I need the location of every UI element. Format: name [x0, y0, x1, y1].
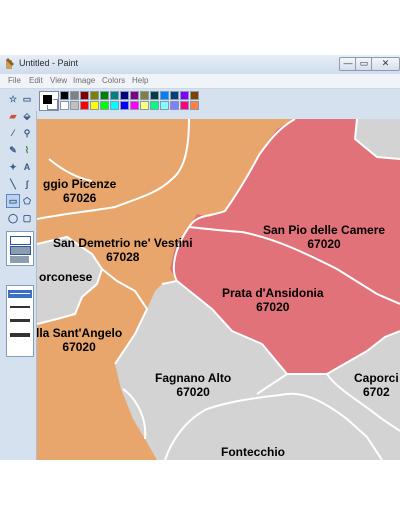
paint-app-icon — [6, 58, 14, 69]
region-label-fontecchio: Fontecchio 67020 — [221, 445, 285, 460]
polygon-icon[interactable]: ⬠ — [21, 195, 33, 207]
palette-swatch[interactable] — [130, 91, 139, 100]
fill-style-outline-fill[interactable] — [10, 246, 31, 255]
region-name: Fontecchio — [221, 445, 286, 459]
region-label-caporciano: Caporci 6702 — [354, 371, 399, 399]
palette-swatch[interactable] — [140, 101, 149, 110]
menu-image[interactable]: Image — [73, 76, 95, 85]
drawing-canvas[interactable]: ggio Picenze 67026 San Demetrio ne' Vest… — [37, 119, 400, 460]
text-icon[interactable]: A — [21, 161, 33, 173]
menu-bar: File Edit View Image Colors Help — [0, 74, 400, 89]
palette-swatch[interactable] — [190, 91, 199, 100]
palette-swatch[interactable] — [90, 91, 99, 100]
palette-swatch[interactable] — [110, 101, 119, 110]
region-code: 6702 — [362, 385, 390, 399]
region-label-poggio-picenze: ggio Picenze 67026 — [43, 177, 116, 205]
curve-icon[interactable]: ∫ — [21, 178, 33, 190]
region-name: Fagnano Alto — [155, 371, 232, 385]
region-code: 67020 — [256, 300, 290, 314]
line-width-3[interactable] — [10, 319, 30, 322]
region-name: orconese — [39, 270, 93, 284]
line-width-1[interactable] — [10, 293, 30, 294]
palette-swatch[interactable] — [180, 91, 189, 100]
postal-map — [37, 119, 400, 460]
region-name: ggio Picenze — [43, 177, 117, 191]
menu-edit[interactable]: Edit — [29, 76, 43, 85]
rectangle-icon[interactable]: ▭ — [6, 194, 20, 208]
palette-swatch[interactable] — [70, 101, 79, 110]
palette-swatch[interactable] — [60, 101, 69, 110]
fill-style-options[interactable] — [6, 231, 34, 266]
palette-swatch[interactable] — [60, 91, 69, 100]
palette-swatch[interactable] — [100, 91, 109, 100]
brush-icon[interactable]: ⌇ — [21, 144, 33, 156]
line-icon[interactable]: ╲ — [7, 178, 19, 190]
palette-swatch[interactable] — [170, 91, 179, 100]
palette-swatch[interactable] — [90, 101, 99, 110]
region-label-san-demetrio: San Demetrio ne' Vestini 67028 — [53, 236, 193, 264]
ellipse-icon[interactable]: ◯ — [7, 212, 19, 224]
region-name: Prata d'Ansidonia — [222, 286, 324, 300]
palette-swatch[interactable] — [70, 91, 79, 100]
line-width-4[interactable] — [10, 333, 30, 337]
airbrush-icon[interactable]: ✦ — [7, 161, 19, 173]
palette-swatch[interactable] — [190, 101, 199, 110]
menu-colors[interactable]: Colors — [102, 76, 125, 85]
region-name: San Demetrio ne' Vestini — [53, 236, 193, 250]
pencil-icon[interactable]: ✎ — [7, 144, 19, 156]
close-button[interactable]: ✕ — [371, 57, 400, 71]
line-width-selected[interactable] — [8, 290, 32, 298]
region-name: San Pio delle Camere — [263, 223, 386, 237]
foreground-color[interactable] — [42, 94, 53, 105]
free-select-icon[interactable]: ☆ — [7, 93, 19, 105]
palette-swatch[interactable] — [160, 91, 169, 100]
region-label-borgo-fossa: orconese — [39, 270, 92, 284]
window-title: Untitled - Paint — [19, 58, 79, 68]
palette-swatch[interactable] — [110, 91, 119, 100]
paint-window: Untitled - Paint — ▭ ✕ File Edit View Im… — [0, 55, 400, 460]
region-label-san-pio: San Pio delle Camere 67020 — [263, 223, 385, 251]
rounded-rect-icon[interactable]: ▢ — [21, 212, 33, 224]
menu-file[interactable]: File — [8, 76, 21, 85]
fill-icon[interactable]: ⬙ — [21, 110, 33, 122]
fill-style-outline[interactable] — [10, 236, 31, 245]
palette-swatch[interactable] — [80, 101, 89, 110]
palette-swatch[interactable] — [100, 101, 109, 110]
palette-swatch[interactable] — [130, 101, 139, 110]
line-width-options[interactable] — [6, 285, 34, 357]
menu-help[interactable]: Help — [132, 76, 148, 85]
region-code: 67020 — [62, 340, 96, 354]
line-width-2[interactable] — [10, 306, 30, 308]
region-name: Caporci — [354, 371, 399, 385]
palette-swatch[interactable] — [180, 101, 189, 110]
region-label-prata: Prata d'Ansidonia 67020 — [222, 286, 324, 314]
palette-swatch[interactable] — [150, 91, 159, 100]
palette-swatch[interactable] — [120, 101, 129, 110]
region-code: 67020 — [221, 459, 285, 460]
palette-swatch[interactable] — [140, 91, 149, 100]
region-code: 67028 — [106, 250, 140, 264]
title-bar[interactable]: Untitled - Paint — ▭ ✕ — [0, 55, 400, 75]
magnifier-icon[interactable]: ⚲ — [21, 127, 33, 139]
menu-view[interactable]: View — [50, 76, 67, 85]
palette-swatch[interactable] — [120, 91, 129, 100]
region-code: 67020 — [307, 237, 341, 251]
region-label-villa-santangelo: lla Sant'Angelo 67020 — [37, 326, 122, 354]
palette-swatch[interactable] — [150, 101, 159, 110]
rect-select-icon[interactable]: ▭ — [21, 93, 33, 105]
region-code: 67026 — [62, 191, 97, 205]
color-palette — [36, 89, 400, 111]
fill-style-fill[interactable] — [10, 256, 29, 263]
palette-swatch[interactable] — [170, 101, 179, 110]
current-colors[interactable] — [39, 91, 59, 111]
region-code: 67020 — [176, 385, 210, 399]
palette-swatch[interactable] — [80, 91, 89, 100]
eraser-icon[interactable]: ▰ — [7, 110, 19, 122]
color-picker-icon[interactable]: ⁄ — [7, 127, 19, 139]
toolbox: ☆ ▭ ▰ ⬙ ⁄ ⚲ ✎ ⌇ ✦ A ╲ ∫ ▭ ⬠ ◯ ▢ — [0, 89, 37, 460]
region-name: lla Sant'Angelo — [37, 326, 123, 340]
palette-swatch[interactable] — [160, 101, 169, 110]
region-label-fagnano: Fagnano Alto 67020 — [155, 371, 231, 399]
